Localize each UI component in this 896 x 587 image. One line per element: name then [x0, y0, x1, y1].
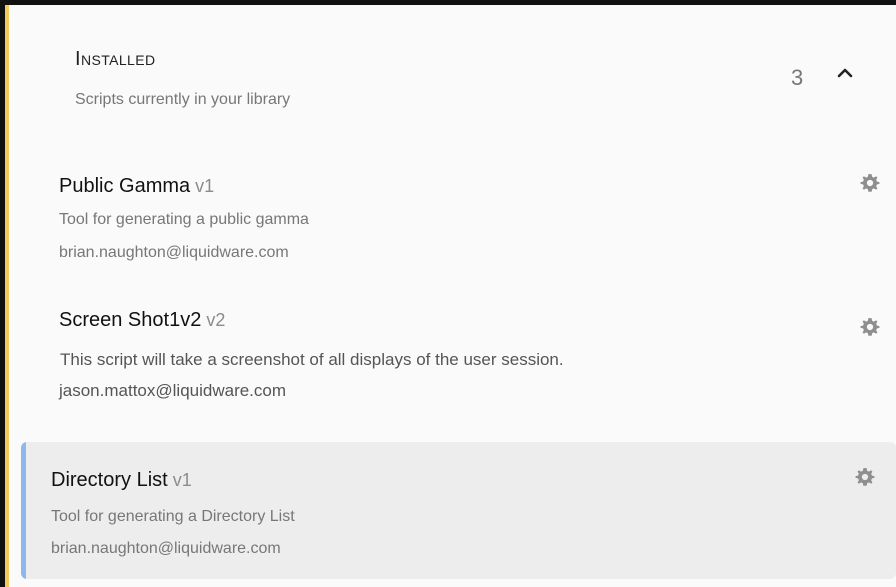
collapse-section-button[interactable] — [833, 61, 857, 85]
script-description: Tool for generating a Directory List — [51, 508, 295, 525]
gear-icon — [860, 318, 880, 336]
script-author-email: brian.naughton@liquidware.com — [59, 244, 289, 261]
installed-section-header: Installed Scripts currently in your libr… — [9, 5, 896, 150]
script-list-item-public-gamma[interactable]: Public Gamma v1 Tool for generating a pub… — [21, 158, 896, 280]
chevron-up-icon — [837, 68, 853, 78]
installed-count: 3 — [791, 65, 804, 90]
selected-item-indicator — [21, 442, 26, 579]
installed-scripts-window: Installed Scripts currently in your libr… — [5, 5, 896, 587]
gear-icon — [855, 468, 875, 486]
script-version: v1 — [172, 470, 192, 490]
script-list-item-directory-list[interactable]: Directory List v1 Tool for generating a D… — [21, 442, 896, 579]
script-author-email: brian.naughton@liquidware.com — [51, 540, 281, 557]
script-settings-button[interactable] — [859, 316, 881, 338]
script-settings-button[interactable] — [859, 172, 881, 194]
script-description: This script will take a screenshot of al… — [60, 350, 564, 369]
script-settings-button[interactable] — [854, 466, 876, 488]
script-description: Tool for generating a public gamma — [59, 211, 309, 228]
section-subtitle: Scripts currently in your library — [75, 91, 291, 108]
script-name-line: Directory List v1 — [51, 470, 192, 490]
script-name: Public Gamma — [59, 175, 191, 197]
gear-icon — [860, 174, 880, 192]
script-version: v2 — [206, 310, 226, 330]
script-name-line: Screen Shot1v2 v2 — [59, 310, 225, 330]
section-title: Installed — [75, 48, 156, 70]
script-name: Screen Shot1v2 — [59, 309, 202, 331]
script-list-item-screen-shot1v2[interactable]: Screen Shot1v2 v2 This script will take a… — [21, 292, 896, 417]
script-version: v1 — [195, 176, 215, 196]
installed-scripts-panel: Installed Scripts currently in your libr… — [9, 5, 896, 587]
script-name-line: Public Gamma v1 — [59, 176, 214, 196]
script-name: Directory List — [51, 469, 168, 491]
script-author-email: jason.mattox@liquidware.com — [59, 381, 287, 400]
